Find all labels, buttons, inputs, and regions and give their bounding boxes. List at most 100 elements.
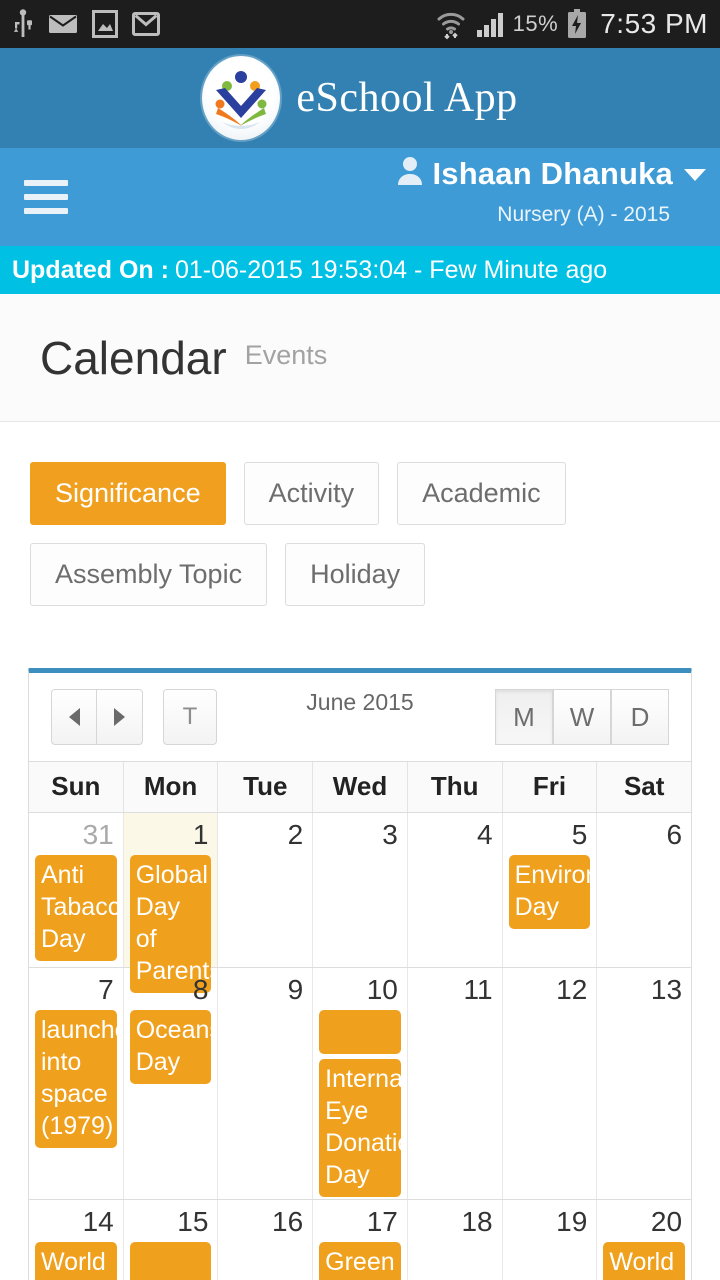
calendar-day-events: launched into space (1979) <box>29 1010 123 1148</box>
calendar-day-events: Environment Day <box>503 855 597 929</box>
updated-on-value: 01-06-2015 19:53:04 - Few Minute ago <box>174 255 608 284</box>
weekday-header-tue: Tue <box>217 762 312 812</box>
calendar-day-events: World <box>29 1242 123 1280</box>
caret-down-icon[interactable] <box>684 169 706 181</box>
calendar-day-number: 12 <box>556 974 588 1005</box>
calendar-day-number: 7 <box>98 974 114 1005</box>
calendar-next-button[interactable] <box>97 689 143 745</box>
filter-button-academic[interactable]: Academic <box>397 462 566 525</box>
chevron-right-icon <box>114 708 125 726</box>
calendar-day-cell[interactable]: 31 Anti Tabacco Day <box>29 813 123 967</box>
calendar-view-button-d[interactable]: D <box>611 689 669 745</box>
calendar-day-number: 17 <box>366 1206 398 1237</box>
calendar-day-events: Green <box>313 1242 407 1280</box>
page-header: Calendar Events <box>0 294 720 422</box>
calendar-weeks: 31Anti Tabacco Day1Global Day of Parents… <box>29 812 691 1280</box>
calendar-day-cell[interactable]: 11 <box>406 968 502 1199</box>
weekday-header-thu: Thu <box>406 762 502 812</box>
calendar-day-cell[interactable]: 3 <box>312 813 407 967</box>
calendar-day-number: 5 <box>571 819 588 850</box>
updated-on-bar: Updated On : 01-06-2015 19:53:04 - Few M… <box>0 246 720 294</box>
calendar-event[interactable]: Anti Tabacco Day <box>35 855 117 961</box>
calendar-week-row: 31Anti Tabacco Day1Global Day of Parents… <box>29 812 691 993</box>
calendar-day-cell[interactable]: 19 <box>501 1200 597 1280</box>
calendar-day-number: 14 <box>82 1206 114 1237</box>
calendar-day-cell[interactable]: 13 <box>596 968 691 1199</box>
calendar-day-cell[interactable]: 17 Green <box>312 1200 407 1280</box>
calendar-day-number: 2 <box>287 819 304 850</box>
hamburger-line <box>24 180 68 186</box>
calendar-event[interactable]: Environment Day <box>508 855 591 929</box>
calendar-day-cell[interactable]: 14 World <box>29 1200 123 1280</box>
calendar-event[interactable]: launched into space (1979) <box>35 1010 117 1148</box>
calendar-event[interactable]: Oceans Day <box>129 1010 212 1084</box>
calendar-prev-button[interactable] <box>51 689 97 745</box>
calendar-view-group: MWD <box>495 689 669 745</box>
calendar-day-cell[interactable]: 4 <box>406 813 502 967</box>
calendar-day-cell[interactable]: 10 International Eye Donation Day <box>312 968 407 1199</box>
filter-button-activity[interactable]: Activity <box>243 462 380 525</box>
eschool-logo <box>202 56 281 140</box>
calendar-day-events: International Eye Donation Day <box>313 1010 407 1197</box>
calendar-day-cell[interactable]: 20 World <box>596 1200 691 1280</box>
calendar-event[interactable] <box>319 1010 401 1054</box>
app-title: eSchool App <box>296 75 518 121</box>
user-info[interactable]: Ishaan Dhanuka Nursery (A) - 2015 <box>397 156 706 225</box>
calendar-day-events: Oceans Day <box>124 1010 218 1084</box>
status-notification-icons <box>12 9 160 39</box>
calendar-event[interactable]: Green <box>319 1242 401 1280</box>
page-content: Calendar Events Significance Activity Acad… <box>0 294 720 1280</box>
battery-percent-label: 15% <box>512 11 559 36</box>
calendar-day-number: 10 <box>366 974 398 1005</box>
calendar-view-button-w[interactable]: W <box>553 689 611 745</box>
app-brand-bar: eSchool App <box>0 48 720 148</box>
gallery-icon <box>92 10 118 38</box>
calendar-day-cell[interactable]: 2 <box>217 813 312 967</box>
calendar-event[interactable]: World <box>603 1242 686 1280</box>
updated-on-label: Updated On : <box>12 255 169 284</box>
calendar-day-cell[interactable]: 8 Oceans Day <box>122 968 218 1199</box>
calendar-day-events <box>124 1242 218 1280</box>
calendar-day-cell[interactable]: 5 Environment Day <box>501 813 597 967</box>
calendar-day-number: 19 <box>556 1206 588 1237</box>
weekday-header-wed: Wed <box>312 762 407 812</box>
person-icon <box>397 156 423 190</box>
calendar-week-row: 7launched into space (1979)8Oceans Day91… <box>29 967 691 1199</box>
weekday-header-fri: Fri <box>501 762 597 812</box>
filter-button-assembly-topic[interactable]: Assembly Topic <box>30 543 268 606</box>
hamburger-line <box>24 208 68 214</box>
calendar-day-cell[interactable]: 15 <box>122 1200 218 1280</box>
calendar-day-number: 16 <box>272 1206 304 1237</box>
calendar-view-button-m[interactable]: M <box>495 689 553 745</box>
clock-label: 7:53 PM <box>600 8 708 39</box>
hamburger-menu-icon[interactable] <box>24 180 68 214</box>
weekday-header-mon: Mon <box>122 762 218 812</box>
usb-icon <box>12 9 34 39</box>
calendar-day-number: 18 <box>461 1206 493 1237</box>
calendar-event[interactable] <box>129 1242 212 1280</box>
calendar-day-events: World <box>597 1242 691 1280</box>
filter-button-holiday[interactable]: Holiday <box>285 543 426 606</box>
status-system-icons: 15% 7:53 PM <box>435 8 708 40</box>
user-name-row[interactable]: Ishaan Dhanuka <box>397 156 706 190</box>
calendar-event[interactable]: International Eye Donation Day <box>319 1059 401 1197</box>
user-name-label: Ishaan Dhanuka <box>432 155 673 191</box>
calendar-day-cell[interactable]: 16 <box>217 1200 312 1280</box>
calendar-day-cell[interactable]: 7 launched into space (1979) <box>29 968 123 1199</box>
calendar-today-button[interactable]: T <box>163 689 217 745</box>
calendar-day-number: 20 <box>650 1206 683 1237</box>
calendar-day-cell[interactable]: 12 <box>501 968 597 1199</box>
calendar-day-number: 3 <box>382 819 398 850</box>
calendar-day-cell[interactable]: 1Global Day of Parents <box>122 813 218 993</box>
user-bar: Ishaan Dhanuka Nursery (A) - 2015 <box>0 148 720 246</box>
wifi-icon <box>435 8 467 40</box>
calendar-day-number: 11 <box>463 974 493 1005</box>
page-title: Calendar <box>40 331 227 384</box>
calendar-event[interactable]: World <box>35 1242 117 1280</box>
filter-button-significance[interactable]: Significance <box>30 462 226 525</box>
calendar-day-number: 8 <box>192 974 209 1005</box>
hamburger-line <box>24 194 68 200</box>
calendar-day-cell[interactable]: 6 <box>596 813 691 967</box>
calendar-day-cell[interactable]: 18 <box>406 1200 502 1280</box>
calendar-day-cell[interactable]: 9 <box>217 968 312 1199</box>
